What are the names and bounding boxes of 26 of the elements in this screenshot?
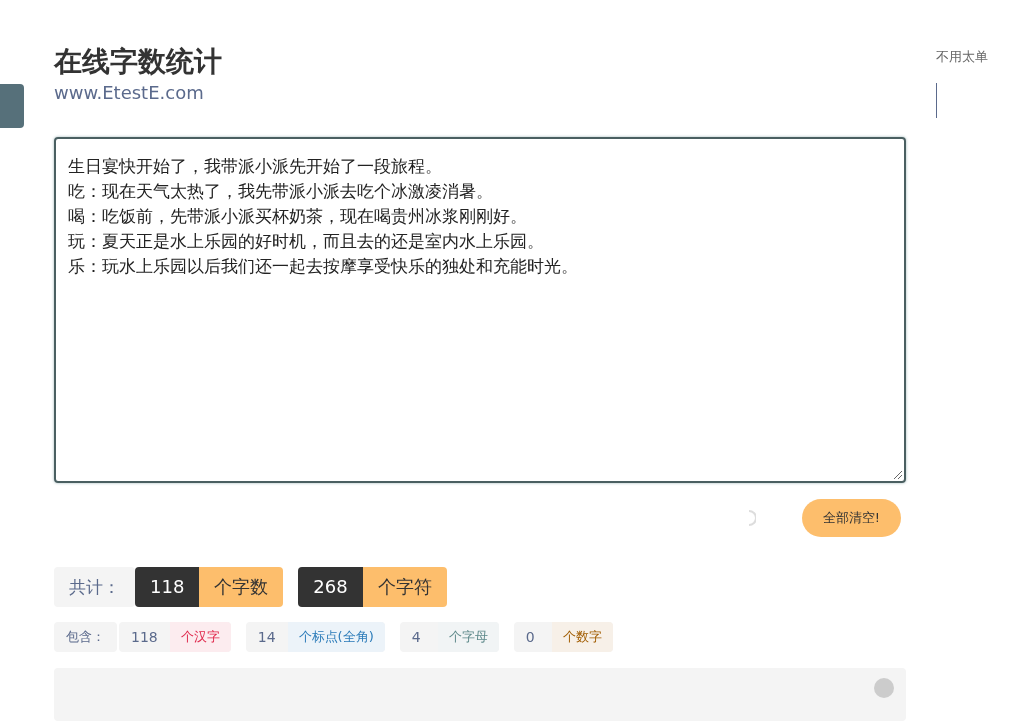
text-line: 乐：玩水上乐园以后我们还一起去按摩享受快乐的独处和充能时光。 [68, 255, 578, 278]
total-unit: 个字数 [199, 567, 284, 608]
resize-grip-icon[interactable] [894, 471, 902, 480]
text-line: 生日宴快开始了，我带派小派先开始了一段旅程。 [68, 155, 442, 178]
text-line: 吃：现在天气太热了，我先带派小派去吃个冰激凌消暑。 [68, 180, 493, 203]
total-count: 268 [298, 567, 363, 608]
breakdown-label: 包含： [54, 622, 117, 653]
text-line: 喝：吃饭前，先带派小派买杯奶茶，现在喝贵州冰浆刚刚好。 [68, 205, 527, 228]
side-note: 不用太单 [936, 48, 989, 66]
clear-all-button[interactable]: 全部清空! [801, 499, 901, 538]
breakdown-count: 118 [130, 628, 159, 648]
text-input-area[interactable]: 生日宴快开始了，我带派小派先开始了一段旅程。 吃：现在天气太热了，我先带派小派去吃个冰激凌消暑。 喝：吃饭前，先带派小派买杯奶茶，现在喝贵州冰浆刚刚好。 玩：夏天正是水上乐园的好时机，而且去的还是室内水上乐园。 乐：玩水上乐园以后我们还一起去按摩享受快乐的独处和充能时光。 [54, 137, 906, 484]
breakdown-count: 14 [256, 628, 277, 648]
circle-icon [874, 678, 894, 699]
breakdown-count: 4 [410, 628, 422, 648]
total-unit: 个字符 [362, 567, 447, 608]
total-label: 共计： [54, 567, 135, 608]
total-count: 118 [135, 567, 200, 608]
breakdown-count: 0 [524, 628, 536, 648]
loading-spinner-icon [747, 510, 756, 527]
site-url: www.EtestE.com [54, 81, 205, 105]
breakdown-unit: 个汉字 [169, 622, 231, 653]
breakdown-unit: 个数字 [551, 622, 613, 653]
breakdown-unit: 个标点(全角) [287, 622, 385, 653]
page-title: 在线字数统计 [54, 44, 223, 80]
text-line: 玩：夏天正是水上乐园的好时机，而且去的还是室内水上乐园。 [68, 230, 544, 253]
